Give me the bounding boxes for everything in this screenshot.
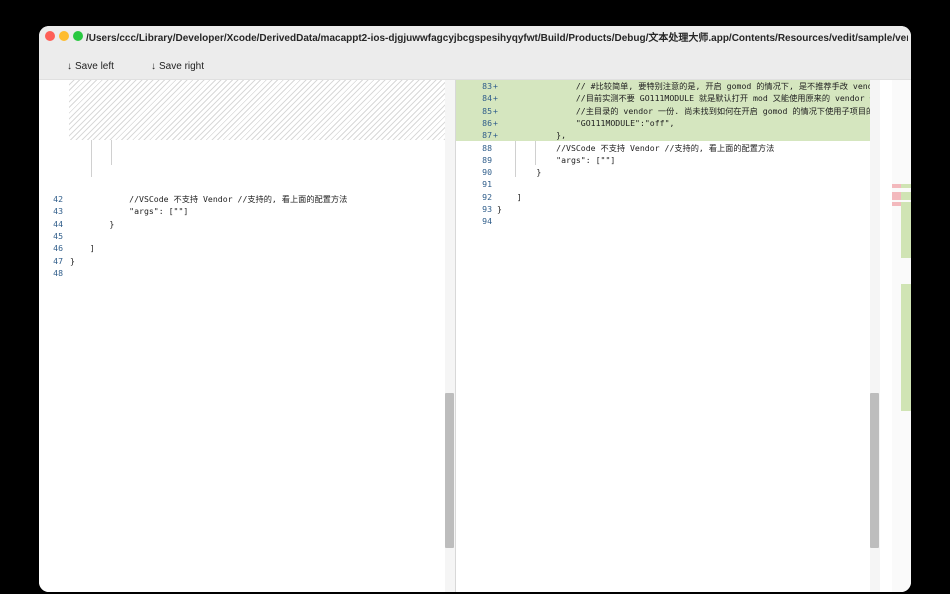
right-scroll-thumb[interactable] bbox=[870, 393, 879, 548]
code-line[interactable]: 47} bbox=[39, 255, 455, 267]
code-line[interactable]: 45 bbox=[39, 230, 455, 242]
code-line[interactable]: 88 //VSCode 不支持 Vendor //支持的, 看上面的配置方法 bbox=[456, 142, 880, 154]
window-title: /Users/ccc/Library/Developer/Xcode/Deriv… bbox=[86, 33, 908, 44]
added-code-line[interactable]: 84 + //目前实测不要 GO111MODULE 就是默认打开 mod 又能使用… bbox=[456, 92, 880, 105]
code-line[interactable]: 94 bbox=[456, 215, 880, 227]
left-scrollbar[interactable] bbox=[445, 80, 455, 592]
line-number: 93 bbox=[482, 204, 492, 214]
code-text: }, bbox=[497, 130, 567, 141]
line-number: 87 bbox=[482, 130, 492, 141]
missing-lines-placeholder bbox=[69, 80, 455, 140]
added-marker bbox=[901, 202, 911, 258]
line-number: 84 bbox=[482, 93, 492, 104]
line-number: 48 bbox=[53, 267, 63, 278]
code-line[interactable]: 42 //VSCode 不支持 Vendor //支持的, 看上面的配置方法 bbox=[39, 193, 455, 205]
down-arrow-icon: ↓ bbox=[67, 61, 72, 72]
code-text: "args": [""] bbox=[70, 206, 189, 217]
line-number: 44 bbox=[53, 218, 63, 229]
line-number: 47 bbox=[53, 255, 63, 266]
added-marker bbox=[901, 184, 911, 188]
save-left-label: Save left bbox=[75, 61, 114, 72]
code-text: //主目录的 vendor 一份. 尚未找到如何在开启 gomod 的情况下使用… bbox=[497, 105, 880, 116]
code-line[interactable]: 90 } bbox=[456, 166, 880, 178]
toolbar: ↓ Save left ↓ Save right bbox=[39, 46, 911, 80]
left-editor-pane[interactable]: 42 //VSCode 不支持 Vendor //支持的, 看上面的配置方法 43… bbox=[39, 80, 455, 592]
code-text: //目前实测不要 GO111MODULE 就是默认打开 mod 又能使用原来的 … bbox=[497, 93, 880, 104]
line-number: 43 bbox=[53, 206, 63, 217]
diff-overview-ruler[interactable] bbox=[892, 80, 911, 592]
line-number: 45 bbox=[53, 230, 63, 241]
line-number: 91 bbox=[482, 179, 492, 190]
zoom-window-button[interactable] bbox=[73, 31, 83, 41]
line-number: 89 bbox=[482, 154, 492, 165]
right-scrollbar[interactable] bbox=[870, 80, 880, 592]
code-line[interactable]: 46 ] bbox=[39, 242, 455, 254]
code-text: } bbox=[497, 167, 542, 178]
code-text: ] bbox=[70, 243, 95, 254]
indent-guide bbox=[91, 140, 92, 177]
line-number: 86 bbox=[482, 117, 492, 128]
diff-window: /Users/ccc/Library/Developer/Xcode/Deriv… bbox=[39, 26, 911, 592]
code-text: } bbox=[70, 218, 115, 229]
removed-marker bbox=[892, 192, 901, 200]
added-marker bbox=[901, 192, 911, 200]
line-number: 90 bbox=[482, 167, 492, 178]
code-line[interactable]: 43 "args": [""] bbox=[39, 205, 455, 217]
added-marker bbox=[901, 284, 911, 411]
line-number: 83 bbox=[482, 81, 492, 91]
code-text: } bbox=[70, 255, 75, 266]
save-left-button[interactable]: ↓ Save left bbox=[67, 61, 114, 72]
added-code-line[interactable]: 83 + // #比较简单, 要特别注意的是, 开启 gomod 的情况下, 是不… bbox=[456, 80, 880, 93]
code-text: "args": [""] bbox=[497, 154, 616, 165]
code-line[interactable]: 91 bbox=[456, 178, 880, 190]
code-line[interactable]: 93} bbox=[456, 203, 880, 215]
removed-marker bbox=[892, 184, 901, 188]
added-code-line[interactable]: 87 + }, bbox=[456, 129, 880, 142]
code-text: //VSCode 不支持 Vendor //支持的, 看上面的配置方法 bbox=[70, 194, 348, 204]
right-editor-pane[interactable]: 83 + // #比较简单, 要特别注意的是, 开启 gomod 的情况下, 是不… bbox=[456, 80, 880, 592]
left-scroll-thumb[interactable] bbox=[445, 393, 454, 548]
line-number: 46 bbox=[53, 243, 63, 254]
code-line[interactable]: 89 "args": [""] bbox=[456, 154, 880, 166]
added-code-line[interactable]: 85 + //主目录的 vendor 一份. 尚未找到如何在开启 gomod 的情… bbox=[456, 104, 880, 117]
code-text: ] bbox=[497, 191, 522, 202]
indent-guide bbox=[111, 140, 112, 165]
line-number: 94 bbox=[482, 216, 492, 227]
line-number: 92 bbox=[482, 191, 492, 202]
code-line[interactable]: 48 bbox=[39, 267, 455, 279]
line-number: 42 bbox=[53, 194, 63, 204]
code-text: } bbox=[497, 204, 502, 214]
line-number: 88 bbox=[482, 142, 492, 153]
close-window-button[interactable] bbox=[45, 31, 55, 41]
removed-marker bbox=[892, 202, 901, 206]
code-line[interactable]: 92 ] bbox=[456, 191, 880, 203]
code-text: // #比较简单, 要特别注意的是, 开启 gomod 的情况下, 是不推荐手改… bbox=[497, 81, 880, 91]
title-bar: /Users/ccc/Library/Developer/Xcode/Deriv… bbox=[39, 26, 911, 46]
code-line[interactable]: 44 } bbox=[39, 218, 455, 230]
save-right-label: Save right bbox=[159, 61, 205, 72]
line-number: 85 bbox=[482, 105, 492, 116]
added-code-line[interactable]: 86 + "GO111MODULE":"off", bbox=[456, 116, 880, 130]
code-text: "GO111MODULE":"off", bbox=[497, 117, 675, 128]
down-arrow-icon: ↓ bbox=[151, 61, 156, 72]
code-text: //VSCode 不支持 Vendor //支持的, 看上面的配置方法 bbox=[497, 142, 775, 153]
minimize-window-button[interactable] bbox=[59, 31, 69, 41]
save-right-button[interactable]: ↓ Save right bbox=[151, 61, 204, 72]
